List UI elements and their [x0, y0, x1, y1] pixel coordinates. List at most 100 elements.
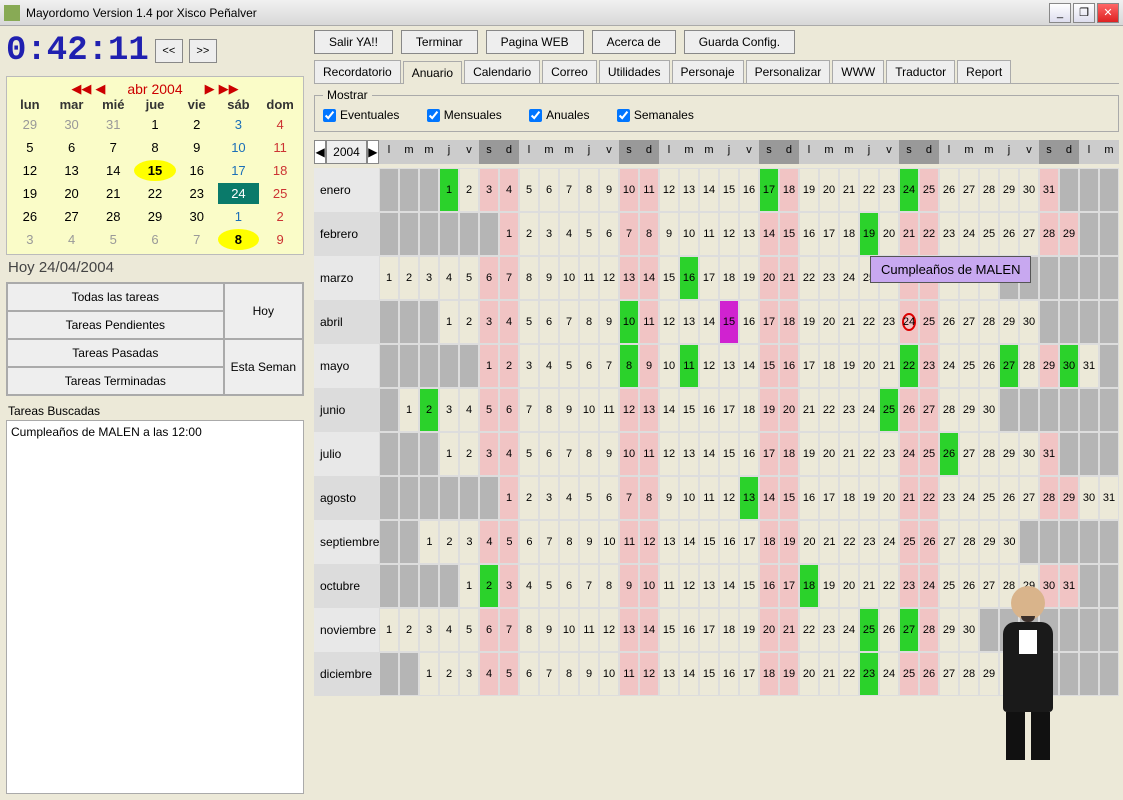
calendar-day[interactable]: 31	[92, 114, 134, 135]
anuario-cell[interactable]: 4	[499, 300, 519, 344]
anuario-cell[interactable]: 19	[799, 168, 819, 212]
anuario-cell[interactable]: 2	[399, 256, 419, 300]
anuario-cell[interactable]: 13	[679, 168, 699, 212]
anuario-cell[interactable]	[1019, 520, 1039, 564]
anuario-cell[interactable]: 25	[919, 300, 939, 344]
guarda-config-button[interactable]: Guarda Config.	[684, 30, 795, 54]
anuario-cell[interactable]: 18	[779, 300, 799, 344]
anuario-cell[interactable]	[379, 476, 399, 520]
anuario-cell[interactable]	[1059, 432, 1079, 476]
anuario-cell[interactable]: 10	[599, 520, 619, 564]
anuario-cell[interactable]: 7	[519, 388, 539, 432]
anuario-cell[interactable]: 8	[579, 300, 599, 344]
anuario-cell[interactable]: 8	[579, 168, 599, 212]
anuario-cell[interactable]: 21	[799, 388, 819, 432]
anuario-cell[interactable]: 20	[859, 344, 879, 388]
anuario-cell[interactable]: 20	[879, 212, 899, 256]
anuario-cell[interactable]: 9	[659, 476, 679, 520]
salir-button[interactable]: Salir YA!!	[314, 30, 393, 54]
anuario-cell[interactable]: 15	[779, 212, 799, 256]
anuario-cell[interactable]: 11	[579, 256, 599, 300]
anuario-cell[interactable]: 25	[939, 564, 959, 608]
anuario-cell[interactable]	[999, 388, 1019, 432]
anuario-cell[interactable]	[1099, 432, 1119, 476]
anuario-cell[interactable]: 5	[519, 432, 539, 476]
anuario-cell[interactable]: 4	[439, 608, 459, 652]
anuario-cell[interactable]: 25	[879, 388, 899, 432]
anuario-cell[interactable]: 22	[819, 388, 839, 432]
semanales-checkbox[interactable]: Semanales	[617, 108, 694, 122]
anuario-cell[interactable]: 12	[699, 344, 719, 388]
anuario-cell[interactable]: 28	[1019, 344, 1039, 388]
anuario-cell[interactable]: 28	[919, 608, 939, 652]
anuario-cell[interactable]	[419, 300, 439, 344]
calendar-day[interactable]: 2	[176, 114, 218, 135]
anuario-cell[interactable]: 23	[859, 652, 879, 696]
anuario-cell[interactable]	[1079, 564, 1099, 608]
anuario-cell[interactable]: 29	[979, 520, 999, 564]
anuario-cell[interactable]: 15	[699, 652, 719, 696]
anuario-cell[interactable]: 21	[859, 564, 879, 608]
anuario-cell[interactable]: 21	[819, 652, 839, 696]
anuario-cell[interactable]: 9	[639, 344, 659, 388]
anuario-cell[interactable]: 7	[499, 608, 519, 652]
anuario-cell[interactable]: 2	[459, 432, 479, 476]
anuario-cell[interactable]: 11	[639, 168, 659, 212]
anuario-cell[interactable]: 4	[559, 476, 579, 520]
anuario-cell[interactable]: 24	[879, 652, 899, 696]
anuario-cell[interactable]: 27	[939, 652, 959, 696]
anuario-cell[interactable]: 22	[859, 168, 879, 212]
anuario-cell[interactable]: 18	[839, 212, 859, 256]
anuario-cell[interactable]: 7	[599, 344, 619, 388]
anuario-cell[interactable]: 3	[419, 256, 439, 300]
anuario-cell[interactable]: 26	[939, 300, 959, 344]
anuario-cell[interactable]: 26	[939, 432, 959, 476]
anuario-cell[interactable]: 1	[439, 168, 459, 212]
anuario-cell[interactable]: 19	[799, 300, 819, 344]
anuario-cell[interactable]	[1099, 256, 1119, 300]
anuario-cell[interactable]: 17	[779, 564, 799, 608]
anuario-cell[interactable]: 10	[619, 300, 639, 344]
anuario-cell[interactable]: 1	[379, 256, 399, 300]
anuario-cell[interactable]: 2	[439, 520, 459, 564]
anuario-cell[interactable]: 5	[459, 256, 479, 300]
calendar-day[interactable]: 8	[134, 137, 176, 158]
calendar-day[interactable]: 4	[51, 229, 93, 250]
anuario-cell[interactable]: 24	[859, 388, 879, 432]
calendar-day[interactable]: 17	[218, 160, 260, 181]
calendar-day[interactable]: 30	[51, 114, 93, 135]
anuario-cell[interactable]: 10	[619, 432, 639, 476]
anuario-cell[interactable]: 19	[759, 388, 779, 432]
anuario-cell[interactable]: 14	[699, 432, 719, 476]
anuario-cell[interactable]: 6	[539, 168, 559, 212]
anuario-cell[interactable]: 20	[759, 608, 779, 652]
anuario-cell[interactable]: 9	[599, 300, 619, 344]
calendar-day[interactable]: 27	[51, 206, 93, 227]
anuario-cell[interactable]: 27	[1019, 476, 1039, 520]
anuario-cell[interactable]: 16	[779, 344, 799, 388]
anuario-cell[interactable]: 17	[699, 256, 719, 300]
anuario-cell[interactable]	[379, 564, 399, 608]
anuario-cell[interactable]	[1059, 388, 1079, 432]
anuario-cell[interactable]: 6	[579, 344, 599, 388]
esta-semana-button[interactable]: Esta Seman	[224, 339, 303, 395]
anuario-cell[interactable]: 26	[919, 520, 939, 564]
anuario-cell[interactable]: 4	[519, 564, 539, 608]
anuario-cell[interactable]: 22	[839, 520, 859, 564]
anuario-cell[interactable]: 13	[639, 388, 659, 432]
acerca-de-button[interactable]: Acerca de	[592, 30, 676, 54]
anuario-cell[interactable]: 13	[659, 520, 679, 564]
anuario-cell[interactable]	[439, 564, 459, 608]
anuario-cell[interactable]: 2	[459, 168, 479, 212]
anuario-cell[interactable]: 13	[659, 652, 679, 696]
anuario-cell[interactable]	[1079, 300, 1099, 344]
anuario-cell[interactable]: 8	[539, 388, 559, 432]
anuario-cell[interactable]: 11	[639, 300, 659, 344]
anuario-cell[interactable]	[1099, 344, 1119, 388]
anuario-cell[interactable]: 28	[1039, 476, 1059, 520]
anuario-cell[interactable]: 4	[559, 212, 579, 256]
anuario-cell[interactable]	[379, 388, 399, 432]
anuario-cell[interactable]: 20	[799, 520, 819, 564]
anuario-cell[interactable]: 5	[539, 564, 559, 608]
anuario-cell[interactable]: 15	[779, 476, 799, 520]
